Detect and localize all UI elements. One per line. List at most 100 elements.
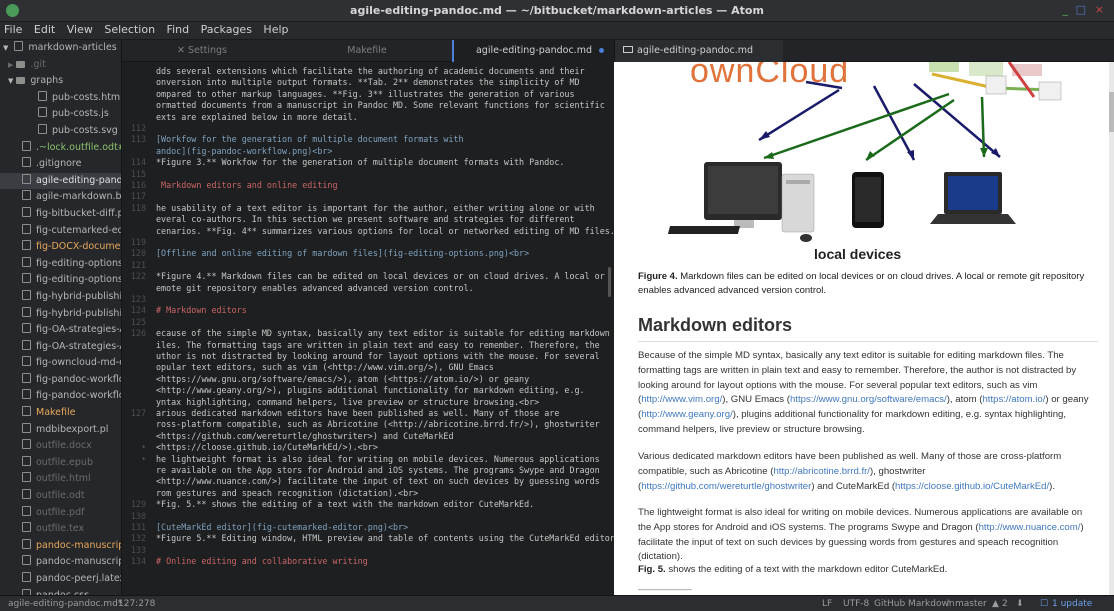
minimize-button[interactable]: _ [1063,3,1069,16]
tree-file[interactable]: outfile.tex [0,521,121,538]
menu-view[interactable]: View [63,22,97,37]
link-geany[interactable]: http://www.geany.org/ [641,409,733,420]
link-cutemarked[interactable]: https://cloose.github.io/CuteMarkEd/ [895,481,1049,492]
menu-file[interactable]: File [0,22,26,37]
code-line[interactable]: 113 [Workfow for the generation of multip… [122,134,614,145]
code-line[interactable]: 112 [122,123,614,134]
tree-folder[interactable]: ▶ .git [0,57,121,74]
tree-file[interactable]: fig-editing-options.pn [0,256,121,273]
code-line[interactable]: 125 [122,317,614,328]
tab-preview[interactable]: agile-editing-pandoc.md preview [615,40,783,78]
status-cursor[interactable]: 127:278 [118,596,155,611]
tree-file[interactable]: pandoc-peerj.latex [0,571,121,588]
code-line[interactable]: 133 [122,545,614,556]
code-line[interactable]: 130 [122,511,614,522]
tree-file[interactable]: outfile.pdf [0,505,121,522]
tree-file[interactable]: outfile.html [0,471,121,488]
code-line[interactable]: exts are explained below in more detail. [122,112,614,123]
code-line[interactable]: 115 [122,169,614,180]
tree-file[interactable]: fig-DOCX-document-ir [0,239,121,256]
code-line[interactable]: 124 # Markdown editors [122,305,614,316]
link-nuance[interactable]: http://www.nuance.com/ [979,522,1081,533]
code-line[interactable]: 134 # Online editing and collaborative wr… [122,556,614,567]
tree-root[interactable]: ▼ markdown-articles [0,40,121,57]
code-line[interactable]: 126 ecause of the simple MD syntax, basic… [122,328,614,339]
status-ahead[interactable]: 2 [1002,596,1008,611]
tree-file[interactable]: fig-pandoc-workflow.s [0,388,121,405]
code-line[interactable]: iles. The formatting tags are written in… [122,340,614,351]
code-line[interactable]: 131 [CuteMarkEd editor](fig-cutemarked-ed… [122,522,614,533]
tab-agile-editing-pandoc[interactable]: agile-editing-pandoc.md [452,40,614,62]
tree-folder[interactable]: ▼ graphs [0,73,121,90]
code-line[interactable]: 116 Markdown editors and online editing [122,180,614,191]
tree-file[interactable]: fig-OA-strategies-APC [0,322,121,339]
code-line[interactable]: yntax highlighting, command helpers, liv… [122,397,614,408]
menu-help[interactable]: Help [259,22,292,37]
code-line[interactable]: 123 [122,294,614,305]
tree-file[interactable]: pandoc-manuscript.do [0,538,121,555]
code-line[interactable]: re available on the App stors for Androi… [122,465,614,476]
link-ghostwriter[interactable]: https://github.com/wereturtle/ghostwrite… [641,481,811,492]
code-line[interactable]: <http://www.geany.org/>), plugins additi… [122,385,614,396]
tree-file[interactable]: pub-costs.js [0,106,121,123]
status-file[interactable]: agile-editing-pandoc.md* [8,596,122,611]
tab-settings[interactable]: ✕ Settings [122,40,282,62]
link-atom[interactable]: https://atom.io/ [982,394,1045,405]
link-emacs[interactable]: https://www.gnu.org/software/emacs/ [790,394,947,405]
status-grammar[interactable]: GitHub Markdown [874,596,955,611]
tree-file[interactable]: outfile.docx [0,438,121,455]
menu-selection[interactable]: Selection [100,22,159,37]
tree-file[interactable]: agile-editing-pandoc.m [0,172,121,190]
tree-file[interactable]: fig-hybrid-publishing- [0,306,121,323]
status-branch[interactable]: master [955,596,987,611]
tree-file[interactable]: fig-bitbucket-diff.png [0,206,121,223]
tree-file[interactable]: mdbibexport.pl [0,422,121,439]
code-line[interactable]: opular text editors, such as vim (<http:… [122,362,614,373]
code-line[interactable]: <http://www.nuance.com/>) facilitate the… [122,476,614,487]
code-line[interactable]: andoc](fig-pandoc-workflow.png)<br> [122,146,614,157]
markdown-preview[interactable]: ownCloud local devices Figure 4. Markdow… [614,62,1114,595]
tab-makefile[interactable]: Makefile [282,40,452,62]
maximize-button[interactable]: □ [1076,3,1086,16]
code-line[interactable]: ross-platform compatible, such as Abrico… [122,419,614,430]
tree-file[interactable]: fig-owncloud-md-edit [0,355,121,372]
tree-file[interactable]: outfile.odt [0,488,121,505]
link-vim[interactable]: http://www.vim.org/ [641,394,722,405]
tree-file[interactable]: .gitignore [0,156,121,173]
tree-file[interactable]: fig-hybrid-publishing- [0,289,121,306]
code-line[interactable]: 132 *Figure 5.** Editing window, HTML pre… [122,533,614,544]
code-line[interactable]: 120 [Offline and online editing of mardow… [122,248,614,259]
tree-file[interactable]: Makefile [0,405,121,422]
code-line[interactable]: <https://github.com/wereturtle/ghostwrit… [122,431,614,442]
code-line[interactable]: everal co-authors. In this section we pr… [122,214,614,225]
code-line[interactable]: uthor is not distracted by looking aroun… [122,351,614,362]
code-line[interactable]: • he lightweight format is also ideal for… [122,454,614,465]
tree-file[interactable]: pandoc-manuscript.od [0,554,121,571]
tree-file[interactable]: pub-costs.html [0,90,121,107]
tree-file[interactable]: outfile.epub [0,455,121,472]
close-button[interactable]: × [1095,3,1104,16]
menu-find[interactable]: Find [163,22,194,37]
code-line[interactable]: ormatted documents from a manuscript in … [122,100,614,111]
code-line[interactable]: 119 [122,237,614,248]
tree-file[interactable]: .~lock.outfile.odt# [0,140,121,157]
code-line[interactable]: cenarios. **Fig. 4** summarizes various … [122,226,614,237]
code-line[interactable]: rom gestures and speach recognition (dic… [122,488,614,499]
tree-file[interactable]: pub-costs.svg [0,123,121,140]
status-encoding[interactable]: UTF-8 [843,596,869,611]
code-line[interactable]: emote git repository enables advanced ad… [122,283,614,294]
tree-file[interactable]: fig-pandoc-workflow.p [0,372,121,389]
code-line[interactable]: 118 he usability of a text editor is impo… [122,203,614,214]
code-line[interactable]: 121 [122,260,614,271]
tree-file[interactable]: pandoc.css [0,588,121,595]
code-line[interactable]: ompared to other markup languages. **Fig… [122,89,614,100]
status-updates[interactable]: 1 update [1052,596,1092,611]
code-line[interactable]: 129 *Fig. 5.** shows the editing of a tex… [122,499,614,510]
code-line[interactable]: 117 [122,191,614,202]
code-line[interactable]: dds several extensions which facilitate … [122,66,614,77]
text-editor[interactable]: dds several extensions which facilitate … [122,62,614,595]
preview-scrollbar[interactable] [1109,62,1114,595]
code-line[interactable]: 127 arious dedicated markdown editors hav… [122,408,614,419]
tree-file[interactable]: fig-OA-strategies-APC [0,339,121,356]
code-line[interactable]: 114 *Figure 3.** Workfow for the generati… [122,157,614,168]
